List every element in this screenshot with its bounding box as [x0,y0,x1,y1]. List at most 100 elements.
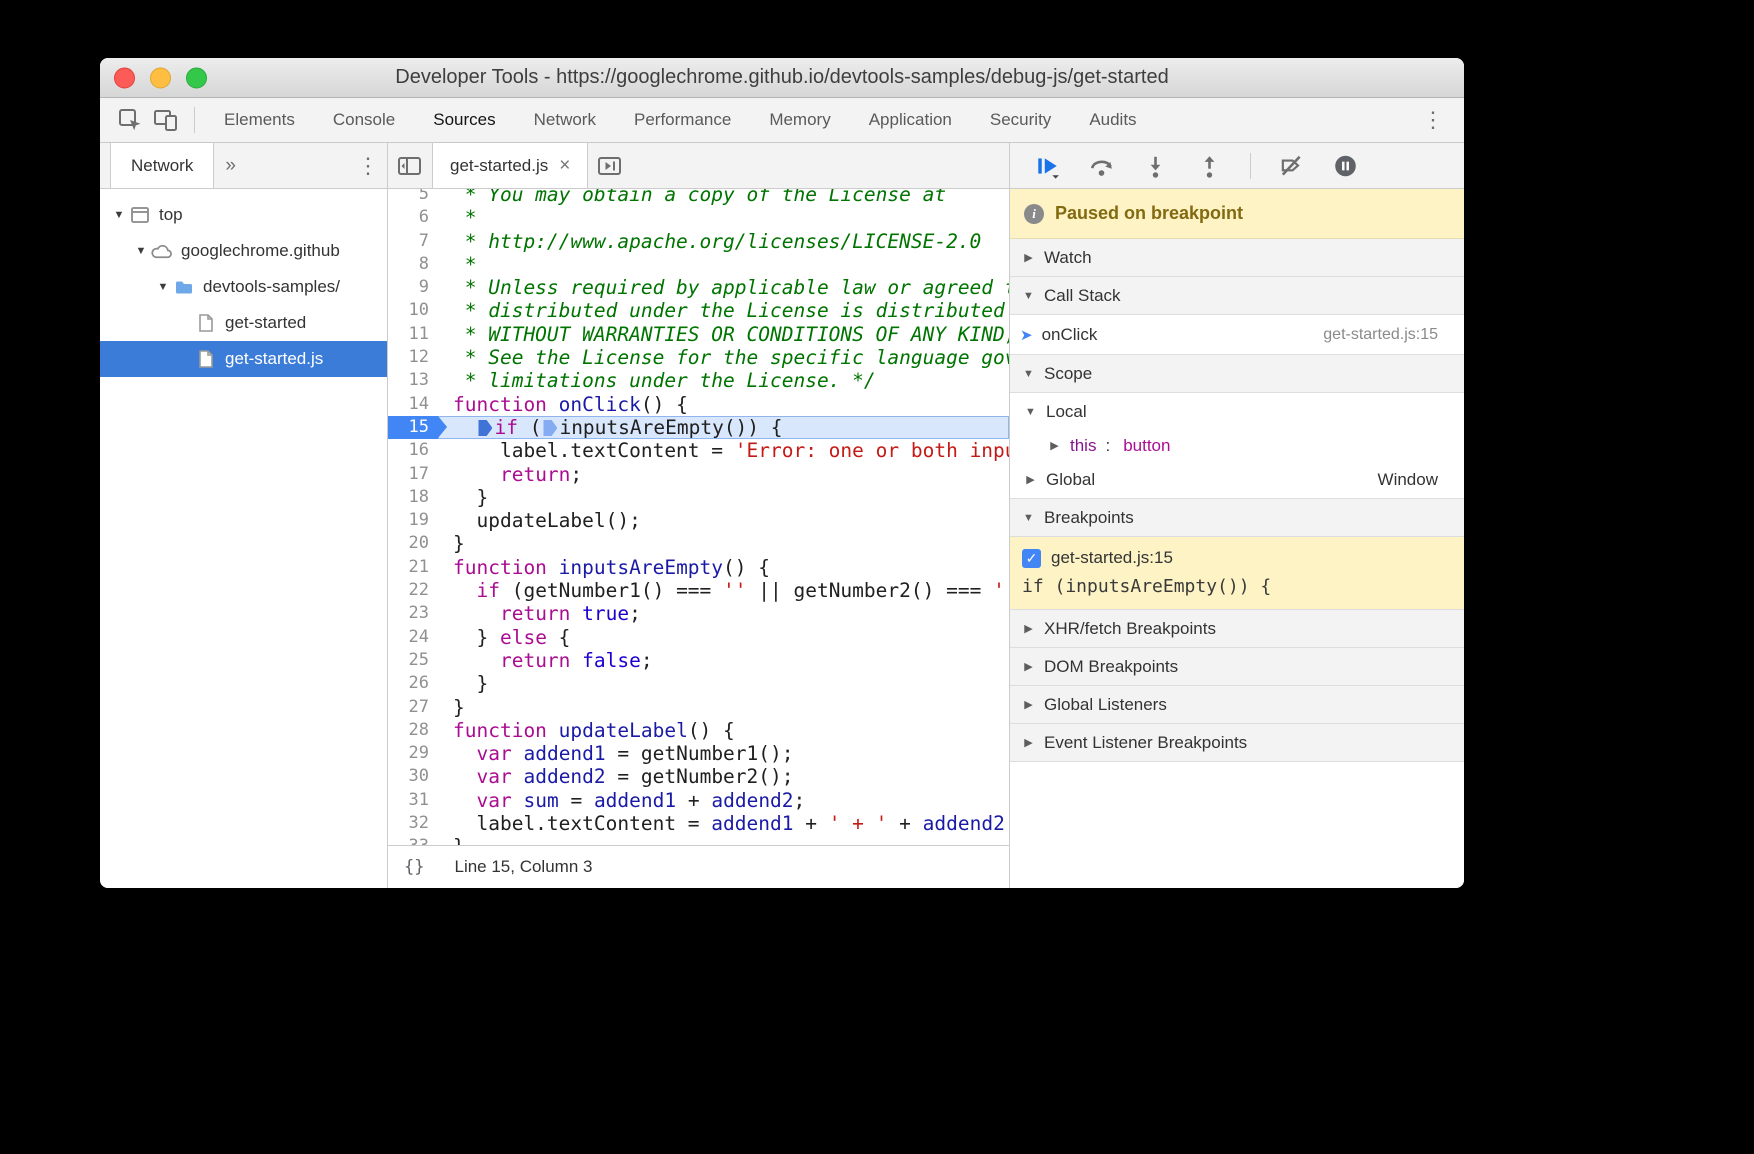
triangle-collapsed-icon: ▶ [1022,736,1035,749]
section-xhr-breakpoints[interactable]: ▶ XHR/fetch Breakpoints [1010,610,1464,648]
line-number-16[interactable]: 16 [388,439,438,462]
section-global-listeners[interactable]: ▶ Global Listeners [1010,686,1464,724]
close-tab-icon[interactable]: × [559,155,570,177]
more-tabs-chevron-icon[interactable]: » [214,143,247,188]
line-number-8[interactable]: 8 [388,253,438,276]
section-event-listener-breakpoints[interactable]: ▶ Event Listener Breakpoints [1010,724,1464,762]
step-over-icon[interactable] [1088,153,1115,179]
line-number-31[interactable]: 31 [388,789,438,812]
pause-on-exceptions-icon[interactable] [1332,153,1359,179]
toggle-navigator-icon[interactable] [394,153,426,179]
code-text: * [438,206,1009,229]
line-number-6[interactable]: 6 [388,206,438,229]
inspect-element-icon[interactable] [115,105,145,135]
resume-script-icon[interactable] [1034,153,1061,179]
section-dom-breakpoints[interactable]: ▶ DOM Breakpoints [1010,648,1464,686]
line-number-5[interactable]: 5 [388,189,438,206]
breakpoint-checkbox[interactable]: ✓ [1022,549,1041,568]
tab-application[interactable]: Application [850,98,971,142]
tab-elements[interactable]: Elements [205,98,314,142]
editor-tab-get-started-js[interactable]: get-started.js × [432,143,588,188]
line-number-11[interactable]: 11 [388,323,438,346]
main-menu-kebab-icon[interactable]: ⋮ [1414,109,1452,131]
tab-console[interactable]: Console [314,98,414,142]
token: ; [629,602,641,625]
token: + [1005,812,1009,835]
line-number-24[interactable]: 24 [388,626,438,649]
pretty-print-icon[interactable]: {} [404,857,424,877]
source-editor[interactable]: 5 * You may obtain a copy of the License… [388,189,1009,845]
tab-network[interactable]: Network [515,98,615,142]
line-number-18[interactable]: 18 [388,486,438,509]
line-number-21[interactable]: 21 [388,556,438,579]
scope-this-row[interactable]: ▶ this : button [1010,430,1464,461]
line-number-12[interactable]: 12 [388,346,438,369]
tree-item-get-started.js[interactable]: get-started.js [100,341,387,377]
line-number-33[interactable]: 33 [388,835,438,845]
token: onClick [559,393,641,416]
tree-item-get-started[interactable]: get-started [100,305,387,341]
code-line-28: 28function updateLabel() { [388,719,1009,742]
code-line-6: 6 * [388,206,1009,229]
twisty-icon[interactable]: ▼ [132,245,150,257]
line-number-32[interactable]: 32 [388,812,438,835]
section-call-stack[interactable]: ▼ Call Stack [1010,277,1464,315]
breakpoint-entry[interactable]: ✓ get-started.js:15 if (inputsAreEmpty()… [1010,537,1464,610]
line-number-30[interactable]: 30 [388,765,438,788]
token: () { [723,556,770,579]
line-number-25[interactable]: 25 [388,649,438,672]
device-toolbar-icon[interactable] [151,105,181,135]
line-number-28[interactable]: 28 [388,719,438,742]
twisty-icon[interactable]: ▼ [110,209,128,221]
tab-performance[interactable]: Performance [615,98,750,142]
line-number-14[interactable]: 14 [388,393,438,416]
frame-icon [128,205,151,226]
tab-sources[interactable]: Sources [414,98,514,142]
section-scope[interactable]: ▼ Scope [1010,355,1464,393]
navigator-kebab-icon[interactable]: ⋮ [349,143,387,188]
scope-local-row[interactable]: ▼ Local [1010,393,1464,430]
scope-global-row[interactable]: ▶ Global Window [1010,461,1464,499]
line-number-19[interactable]: 19 [388,509,438,532]
line-number-20[interactable]: 20 [388,532,438,555]
section-watch[interactable]: ▶ Watch [1010,239,1464,277]
code-text: * distributed under the License is distr… [438,299,1009,322]
line-number-10[interactable]: 10 [388,299,438,322]
tree-item-top[interactable]: ▼top [100,197,387,233]
line-number-26[interactable]: 26 [388,672,438,695]
zoom-window-button[interactable] [186,67,207,88]
code-text: return true; [438,602,1009,625]
line-number-7[interactable]: 7 [388,230,438,253]
execution-position-marker[interactable] [478,420,492,436]
scope-property-value: button [1123,436,1170,456]
code-line-19: 19 updateLabel(); [388,509,1009,532]
tree-item-googlechrome.github[interactable]: ▼ googlechrome.github [100,233,387,269]
twisty-icon[interactable]: ▼ [154,281,172,293]
tab-memory[interactable]: Memory [750,98,849,142]
step-out-icon[interactable] [1196,153,1223,179]
tab-audits[interactable]: Audits [1070,98,1155,142]
minimize-window-button[interactable] [150,67,171,88]
tree-item-label: googlechrome.github [181,241,340,261]
call-stack-frame[interactable]: ➤ onClick get-started.js:15 [1010,315,1464,355]
line-number-13[interactable]: 13 [388,369,438,392]
line-number-29[interactable]: 29 [388,742,438,765]
main-toolbar: ElementsConsoleSourcesNetworkPerformance… [100,98,1464,143]
line-number-22[interactable]: 22 [388,579,438,602]
token [512,789,524,812]
section-breakpoints[interactable]: ▼ Breakpoints [1010,499,1464,537]
line-number-15[interactable]: 15 [388,416,438,439]
code-line-30: 30 var addend2 = getNumber2(); [388,765,1009,788]
line-number-27[interactable]: 27 [388,696,438,719]
show-overridden-icon[interactable] [594,153,626,179]
inline-breakpoint-marker[interactable] [543,420,557,436]
step-into-icon[interactable] [1142,153,1169,179]
line-number-9[interactable]: 9 [388,276,438,299]
line-number-23[interactable]: 23 [388,602,438,625]
tab-security[interactable]: Security [971,98,1070,142]
close-window-button[interactable] [114,67,135,88]
deactivate-breakpoints-icon[interactable] [1278,153,1305,179]
line-number-17[interactable]: 17 [388,463,438,486]
tab-network-navigator[interactable]: Network [110,143,214,188]
tree-item-devtools-samples[interactable]: ▼devtools-samples/ [100,269,387,305]
